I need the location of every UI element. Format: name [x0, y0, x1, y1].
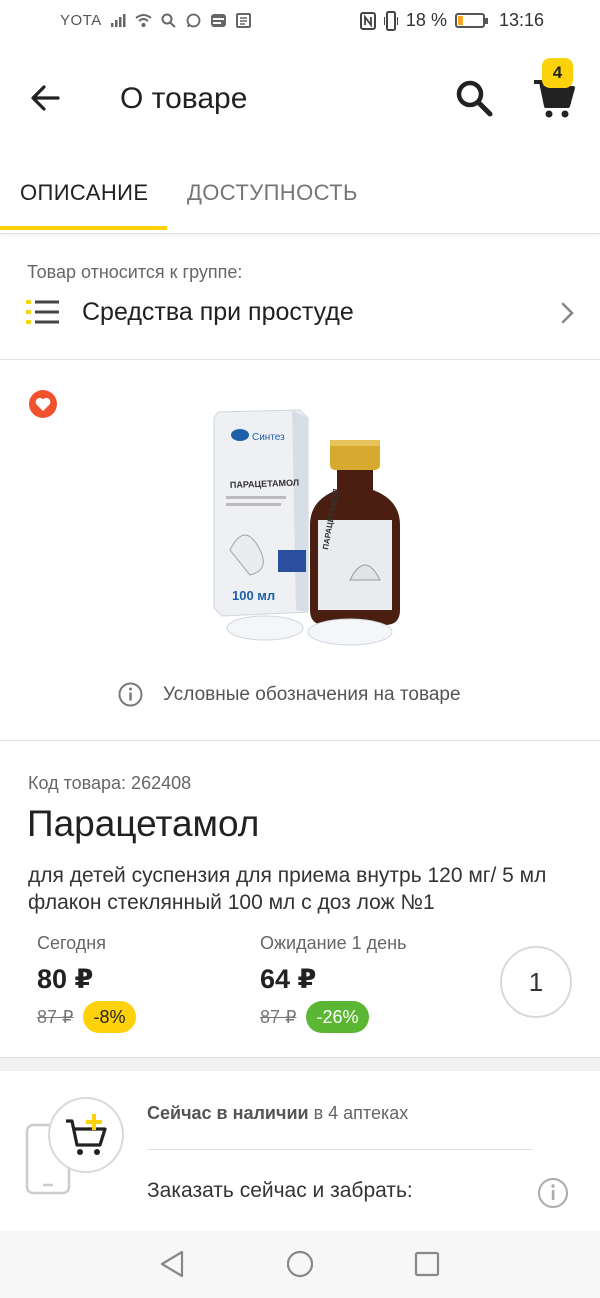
order-now-text: Заказать сейчас и забрать:: [147, 1179, 413, 1202]
group-name: Средства при простуде: [82, 298, 354, 326]
search-icon[interactable]: [452, 76, 496, 120]
product-image-section: Синтез ПАРАЦЕТАМОЛ 100 мл ПАРАЦЕТАМОЛ Ус…: [0, 360, 600, 741]
legend-link[interactable]: Условные обозначения на товаре: [118, 682, 461, 707]
cart-count-badge: 4: [542, 58, 573, 88]
signal-icon: [110, 14, 126, 27]
availability-text: Сейчас в наличии в 4 аптеках: [147, 1103, 408, 1124]
chevron-right-icon: [561, 302, 574, 324]
status-bar: YOTA 18 % 13:16: [0, 0, 600, 44]
discount-badge: -26%: [306, 1001, 369, 1033]
group-caption: Товар относится к группе:: [27, 262, 243, 282]
nav-recents-icon[interactable]: [414, 1251, 440, 1277]
wifi-icon: [135, 14, 152, 27]
discount-badge: -8%: [83, 1001, 136, 1033]
legend-text: Условные обозначения на товаре: [163, 683, 461, 705]
vibrate-icon: [383, 10, 398, 31]
price-option-today[interactable]: Сегодня 80 ₽ 87 ₽ -8%: [37, 933, 136, 1033]
availability-bold: Сейчас в наличии: [147, 1103, 309, 1123]
clock: 13:16: [498, 10, 544, 30]
whatsapp-icon: [186, 13, 201, 28]
product-description: для детей суспензия для приема внутрь 12…: [28, 864, 547, 914]
product-image: Синтез ПАРАЦЕТАМОЛ 100 мл ПАРАЦЕТАМОЛ: [213, 409, 400, 646]
carrier-name: YOTA: [60, 12, 102, 29]
availability-section: Сейчас в наличии в 4 аптеках Заказать се…: [0, 1071, 600, 1231]
quantity-button[interactable]: 1: [500, 946, 572, 1018]
nfc-icon: [359, 11, 376, 30]
availability-count: в 4 аптеках: [308, 1103, 409, 1123]
app-notification-icon: [210, 14, 226, 27]
nav-home-icon[interactable]: [286, 1250, 314, 1278]
back-arrow-icon[interactable]: [26, 78, 66, 118]
box-brand: Синтез: [252, 432, 285, 443]
tab-bar: ОПИСАНИЕ ДОСТУПНОСТЬ: [0, 154, 600, 234]
section-divider: [0, 1058, 600, 1071]
price-label: Сегодня: [37, 933, 106, 953]
old-price: 87 ₽: [260, 1006, 297, 1027]
product-code: Код товара: 262408: [28, 773, 192, 793]
product-details: Код товара: 262408 Парацетамол для детей…: [0, 741, 600, 1058]
app-bar: О товаре 4: [0, 44, 600, 154]
news-icon: [235, 13, 251, 28]
price-value: 64 ₽: [260, 964, 317, 994]
system-nav-bar: [0, 1231, 600, 1298]
favorite-button[interactable]: [29, 390, 57, 418]
search-notification-icon: [161, 13, 176, 28]
cart-plus-icon: [66, 1114, 107, 1155]
divider: [147, 1149, 533, 1150]
product-name: Парацетамол: [27, 803, 260, 844]
page-title: О товаре: [120, 82, 248, 115]
tab-description[interactable]: ОПИСАНИЕ: [20, 180, 148, 206]
info-icon[interactable]: [537, 1177, 569, 1209]
tab-availability[interactable]: ДОСТУПНОСТЬ: [187, 180, 358, 206]
price-value: 80 ₽: [37, 964, 94, 994]
battery-percent: 18 %: [405, 10, 447, 30]
active-tab-indicator: [0, 226, 167, 230]
nav-back-icon[interactable]: [158, 1249, 186, 1279]
product-group-row[interactable]: Товар относится к группе: Средства при п…: [0, 236, 600, 360]
price-option-wait[interactable]: Ожидание 1 день 64 ₽ 87 ₽ -26%: [260, 933, 406, 1033]
old-price: 87 ₽: [37, 1006, 74, 1027]
list-icon: [26, 300, 59, 324]
heart-icon: [35, 397, 51, 411]
info-icon: [118, 682, 143, 707]
price-label: Ожидание 1 день: [260, 933, 407, 953]
box-volume: 100 мл: [232, 588, 275, 603]
battery-icon: [454, 13, 488, 28]
add-to-cart-button[interactable]: [48, 1097, 124, 1173]
